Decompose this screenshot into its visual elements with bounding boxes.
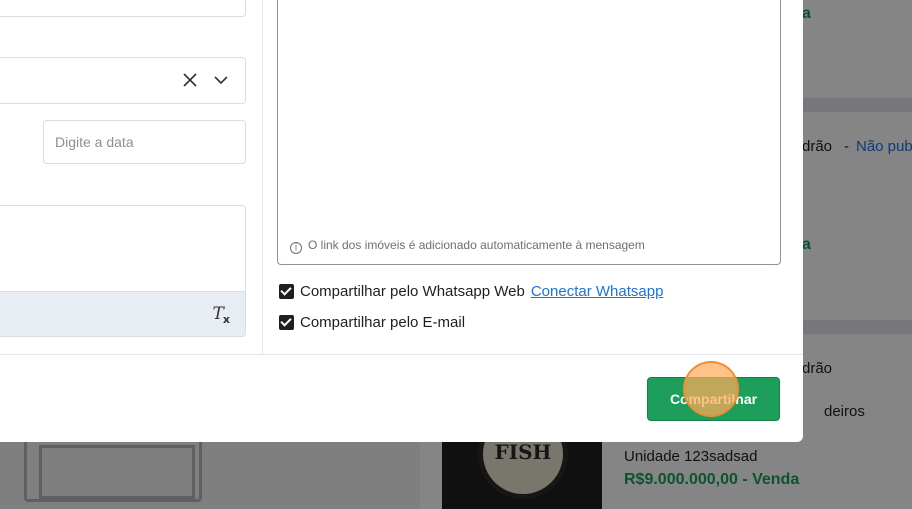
message-hint: i O link dos imóveis é adicionado automat… (290, 238, 645, 254)
whatsapp-option: Compartilhar pelo Whatsapp Web Conectar … (279, 281, 663, 301)
date-field[interactable] (43, 120, 246, 164)
share-button[interactable]: Compartilhar (647, 377, 780, 421)
share-modal: Tx i O link dos imóveis é adicionado auto… (0, 0, 803, 442)
connect-whatsapp-link[interactable]: Conectar Whatsapp (531, 283, 664, 300)
editor-content[interactable] (0, 206, 245, 292)
info-icon: i (290, 242, 302, 254)
email-checkbox[interactable] (279, 314, 294, 330)
email-option: Compartilhar pelo E-mail (279, 312, 465, 332)
whatsapp-checkbox[interactable] (279, 283, 294, 299)
footer-divider (0, 354, 803, 355)
column-divider (262, 0, 263, 354)
message-textarea[interactable] (286, 3, 772, 228)
rich-text-editor[interactable]: Tx (0, 205, 246, 337)
message-box[interactable]: i O link dos imóveis é adicionado automat… (277, 0, 781, 265)
email-label[interactable]: Compartilhar pelo E-mail (300, 314, 465, 331)
editor-toolbar: Tx (0, 291, 245, 336)
recipient-select[interactable] (0, 57, 246, 104)
chevron-down-icon[interactable] (213, 72, 229, 88)
text-field[interactable] (0, 0, 246, 17)
whatsapp-label[interactable]: Compartilhar pelo Whatsapp Web (300, 283, 525, 300)
clear-format-icon[interactable]: Tx (213, 304, 231, 326)
date-input[interactable] (44, 121, 245, 163)
close-icon[interactable] (181, 71, 199, 89)
message-hint-text: O link dos imóveis é adicionado automati… (308, 238, 645, 252)
